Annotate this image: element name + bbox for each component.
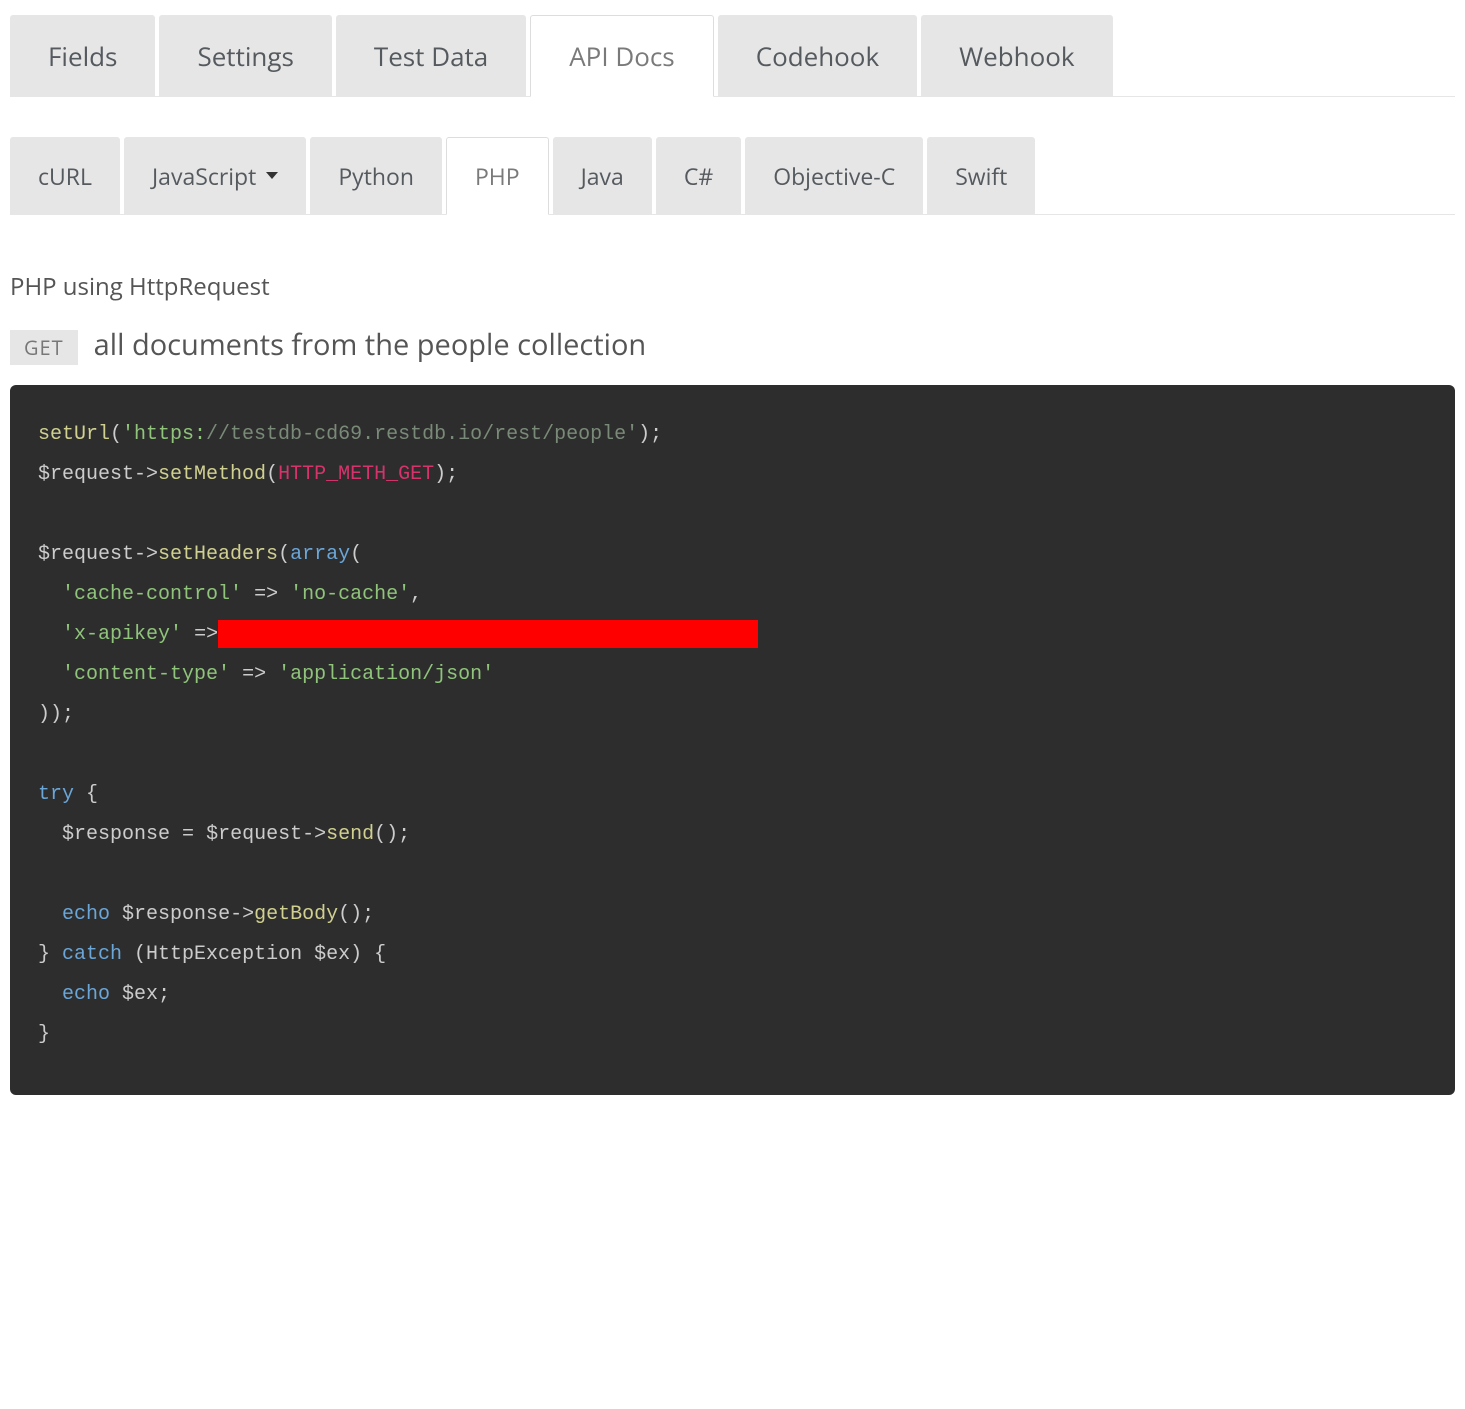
lang-tab-label: PHP <box>475 160 520 192</box>
code-token-keyword: echo <box>62 983 110 1006</box>
code-token-fn: setHeaders <box>158 543 278 566</box>
code-token-fn: setUrl <box>38 423 110 446</box>
lang-tab-curl[interactable]: cURL <box>10 137 120 214</box>
lang-tab-label: C# <box>684 160 713 192</box>
code-token-punct: )); <box>38 703 74 726</box>
lang-tab-label: Python <box>338 160 414 192</box>
tab-label: Codehook <box>756 38 879 74</box>
code-token-arrow: -> <box>134 463 158 486</box>
code-token-var: $request <box>38 463 134 486</box>
code-token-keyword: echo <box>62 903 110 926</box>
caret-down-icon <box>266 172 278 179</box>
lang-tab-javascript[interactable]: JavaScript <box>124 137 306 214</box>
code-sample: setUrl('https://testdb-cd69.restdb.io/re… <box>10 385 1455 1095</box>
code-token-arrow: -> <box>302 823 326 846</box>
tab-label: Settings <box>197 38 293 74</box>
code-token-keyword: array <box>290 543 350 566</box>
code-token-arrow: -> <box>230 903 254 926</box>
code-token-string: 'application/json' <box>278 663 494 686</box>
tab-api-docs[interactable]: API Docs <box>530 15 713 97</box>
code-token-var: $response <box>62 823 170 846</box>
code-token-string: 'x-apikey' <box>62 623 182 646</box>
code-token-string: 'content-type' <box>62 663 230 686</box>
code-token-var: $response <box>122 903 230 926</box>
code-token-keyword: catch <box>62 943 122 966</box>
code-token-fn: send <box>326 823 374 846</box>
code-token-fn: setMethod <box>158 463 266 486</box>
lang-tab-label: Objective-C <box>773 160 895 192</box>
code-token-arrow: => <box>242 663 266 686</box>
code-token-var: $ex <box>122 983 158 1006</box>
lang-tab-csharp[interactable]: C# <box>656 137 741 214</box>
tab-label: API Docs <box>569 38 674 74</box>
language-tab-row: cURL JavaScript Python PHP Java C# Objec… <box>10 137 1455 215</box>
lang-tab-label: cURL <box>38 160 92 192</box>
tab-label: Fields <box>48 38 117 74</box>
code-token-var: $request <box>38 543 134 566</box>
code-token-var: $ex <box>314 943 350 966</box>
code-token-arrow: => <box>254 583 278 606</box>
lang-tab-objective-c[interactable]: Objective-C <box>745 137 923 214</box>
lang-tab-label: Java <box>581 160 624 192</box>
main-tab-row: Fields Settings Test Data API Docs Codeh… <box>10 15 1455 97</box>
tab-test-data[interactable]: Test Data <box>336 15 526 96</box>
tab-label: Test Data <box>374 38 488 74</box>
lang-tab-label: JavaScript <box>152 160 256 192</box>
code-token-string: 'https: <box>122 423 206 446</box>
method-row: GET all documents from the people collec… <box>10 325 1455 365</box>
redacted-secret <box>218 620 758 648</box>
code-token-var: $request <box>206 823 302 846</box>
tab-webhook[interactable]: Webhook <box>921 15 1112 96</box>
code-token-fn: getBody <box>254 903 338 926</box>
http-method-badge: GET <box>10 330 78 365</box>
code-token-arrow: => <box>194 623 218 646</box>
tab-fields[interactable]: Fields <box>10 15 155 96</box>
tab-settings[interactable]: Settings <box>159 15 331 96</box>
code-token-string: 'no-cache' <box>290 583 410 606</box>
tab-codehook[interactable]: Codehook <box>718 15 917 96</box>
lang-tab-python[interactable]: Python <box>310 137 442 214</box>
code-token-keyword: try <box>38 783 74 806</box>
code-token-url: //testdb-cd69.restdb.io/rest/people' <box>206 423 638 446</box>
lang-tab-php[interactable]: PHP <box>446 137 549 215</box>
method-description: all documents from the people collection <box>94 325 647 364</box>
code-token-const: HTTP_METH_GET <box>278 463 434 486</box>
code-token-class: HttpException <box>146 943 302 966</box>
lang-tab-java[interactable]: Java <box>553 137 652 214</box>
lang-tab-swift[interactable]: Swift <box>927 137 1035 214</box>
tab-label: Webhook <box>959 38 1074 74</box>
lang-tab-label: Swift <box>955 160 1007 192</box>
section-heading: PHP using HttpRequest <box>10 270 1455 303</box>
code-token-arrow: -> <box>134 543 158 566</box>
code-token-string: 'cache-control' <box>62 583 242 606</box>
